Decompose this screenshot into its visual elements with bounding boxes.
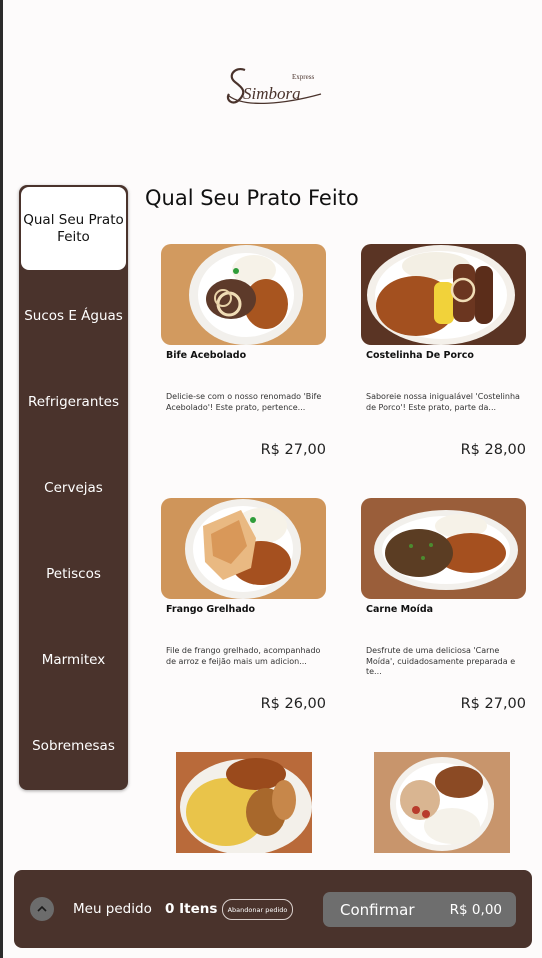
bife-acebolado-photo bbox=[161, 244, 326, 345]
header: Express Simbora bbox=[3, 0, 542, 178]
product-name: Frango Grelhado bbox=[166, 604, 256, 615]
product-name: Carne Moída bbox=[366, 604, 434, 615]
category-petiscos[interactable]: Petiscos bbox=[19, 531, 128, 617]
product-card-costelinha-de-porco[interactable]: Costelinha De Porco Saboreie nossa inigu… bbox=[361, 244, 531, 479]
product-price: R$ 26,00 bbox=[260, 696, 326, 712]
product-description: Saboreie nossa inigualável 'Costelinha d… bbox=[366, 392, 520, 412]
product-description: File de frango grelhado, acompanhado de … bbox=[166, 646, 321, 666]
product-card-frango-grelhado[interactable]: Frango Grelhado File de frango grelhado,… bbox=[161, 498, 331, 733]
section-title: Qual Seu Prato Feito bbox=[145, 186, 359, 210]
product-price: R$ 27,00 bbox=[460, 696, 526, 712]
category-marmitex[interactable]: Marmitex bbox=[19, 617, 128, 703]
confirm-order-button[interactable]: Confirmar R$ 0,00 bbox=[323, 892, 516, 927]
product-photo-partial-1[interactable] bbox=[176, 752, 312, 853]
logo-express: Express bbox=[292, 73, 314, 81]
product-card-carne-moida[interactable]: Carne Moída Desfrute de uma deliciosa 'C… bbox=[361, 498, 531, 733]
category-sucos-e-aguas[interactable]: Sucos E Águas bbox=[19, 273, 128, 359]
abandon-order-button[interactable]: Abandonar pedido bbox=[222, 899, 293, 920]
chevron-up-icon bbox=[37, 905, 47, 912]
category-sidebar: Qual Seu Prato Feito Sucos E Águas Refri… bbox=[19, 185, 128, 790]
product-name: Costelinha De Porco bbox=[366, 350, 474, 361]
product-photo-partial-2[interactable] bbox=[374, 752, 510, 853]
order-label: Meu pedido bbox=[73, 901, 152, 917]
order-item-count: 0 Itens bbox=[165, 901, 218, 917]
costelinha-photo bbox=[361, 244, 526, 345]
order-bar: Meu pedido 0 Itens Abandonar pedido Conf… bbox=[14, 870, 532, 948]
expand-order-button[interactable] bbox=[30, 897, 54, 921]
frango-photo bbox=[161, 498, 326, 599]
product-name: Bife Acebolado bbox=[166, 350, 247, 361]
carne-moida-photo bbox=[361, 498, 526, 599]
product-card-bife-acebolado[interactable]: Bife Acebolado Delicie-se com o nosso re… bbox=[161, 244, 331, 479]
category-qual-seu-prato-feito[interactable]: Qual Seu Prato Feito bbox=[21, 187, 126, 270]
category-sobremesas[interactable]: Sobremesas bbox=[19, 703, 128, 789]
product-price: R$ 28,00 bbox=[460, 442, 526, 458]
simbora-logo[interactable]: Express Simbora bbox=[225, 62, 329, 112]
product-description: Desfrute de uma deliciosa 'Carne Moída',… bbox=[366, 646, 516, 676]
logo-name: Simbora bbox=[243, 84, 301, 103]
confirm-label: Confirmar bbox=[340, 901, 415, 919]
order-total: R$ 0,00 bbox=[449, 902, 502, 918]
product-description: Delicie-se com o nosso renomado 'Bife Ac… bbox=[166, 392, 322, 412]
category-cervejas[interactable]: Cervejas bbox=[19, 445, 128, 531]
category-refrigerantes[interactable]: Refrigerantes bbox=[19, 359, 128, 445]
product-price: R$ 27,00 bbox=[260, 442, 326, 458]
